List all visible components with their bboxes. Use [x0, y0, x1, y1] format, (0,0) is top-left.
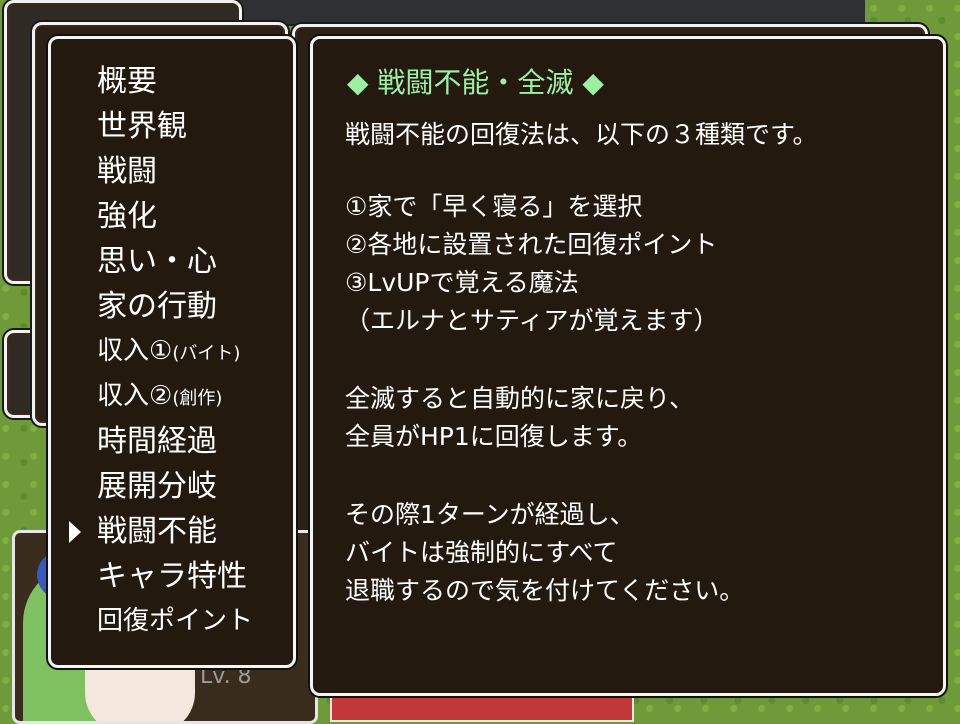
- menu-item-overview[interactable]: 概要: [97, 59, 253, 104]
- content-title: ◆ 戦闘不能・全滅 ◆: [347, 66, 604, 99]
- content-line: ②各地に設置された回復ポイント: [345, 230, 718, 259]
- help-content-window: ◆ 戦闘不能・全滅 ◆ 戦闘不能の回復法は、以下の３種類です。 ①家で「早く寝る…: [310, 36, 946, 696]
- menu-item-time[interactable]: 時間経過: [97, 419, 253, 464]
- menu-item-character-traits[interactable]: キャラ特性: [97, 554, 253, 599]
- content-line: 全員がHP1に回復します。: [345, 422, 643, 451]
- menu-item-branch[interactable]: 展開分岐: [97, 464, 253, 509]
- menu-item-income-2[interactable]: 収入②(創作): [97, 374, 253, 419]
- menu-item-income-1[interactable]: 収入①(バイト): [97, 329, 253, 374]
- content-line: 全滅すると自動的に家に戻り、: [345, 384, 695, 413]
- content-line: ①家で「早く寝る」を選択: [345, 192, 643, 221]
- menu-item-thoughts[interactable]: 思い・心: [97, 239, 253, 284]
- help-topic-menu: 概要 世界観 戦闘 強化 思い・心 家の行動 収入①(バイト) 収入②(創作) …: [48, 36, 296, 668]
- content-line: 退職するので気を付けてください。: [345, 576, 745, 605]
- content-line: （エルナとサティアが覚えます）: [345, 306, 719, 335]
- content-line: 戦闘不能の回復法は、以下の３種類です。: [345, 120, 818, 149]
- content-line: ③LvUPで覚える魔法: [345, 268, 579, 297]
- selection-cursor-icon: [69, 521, 81, 543]
- menu-item-home-actions[interactable]: 家の行動: [97, 284, 253, 329]
- menu-item-enhance[interactable]: 強化: [97, 194, 253, 239]
- content-line: その際1ターンが経過し、: [345, 500, 635, 529]
- top-status-bar: [230, 0, 865, 26]
- menu-item-battle[interactable]: 戦闘: [97, 149, 253, 194]
- menu-item-recovery-point[interactable]: 回復ポイント: [97, 599, 253, 644]
- content-line: バイトは強制的にすべて: [345, 538, 618, 567]
- menu-item-incapacitated[interactable]: 戦闘不能: [69, 509, 253, 554]
- menu-item-worldview[interactable]: 世界観: [97, 104, 253, 149]
